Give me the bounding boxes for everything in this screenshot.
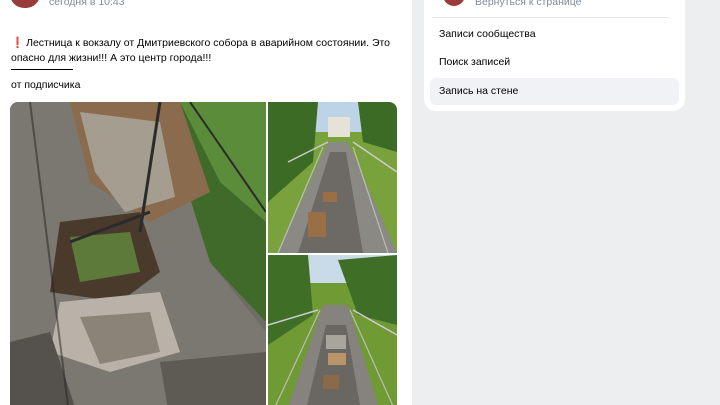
photo-1[interactable]	[10, 102, 266, 405]
post-text: ❗ Лестница к вокзалу от Дмитриевского соб…	[11, 36, 401, 70]
post-text-line-2: опасно для жизни!!! А это центр города!!…	[11, 52, 212, 64]
menu-item-community-posts[interactable]: Записи сообщества	[430, 21, 679, 48]
photo-2[interactable]	[268, 102, 397, 253]
author-avatar[interactable]	[10, 0, 40, 8]
post-timestamp[interactable]: сегодня в 10:43	[49, 0, 125, 8]
menu-item-search-posts[interactable]: Поиск записей	[430, 49, 679, 76]
back-to-page-link[interactable]: Вернуться к странице	[475, 0, 582, 8]
sidebar-card: Вернуться к странице Записи сообщества П…	[424, 0, 685, 111]
photo-2-image	[268, 102, 397, 253]
photo-1-image	[10, 102, 266, 405]
exclamation-icon: ❗	[11, 37, 25, 49]
photo-3[interactable]	[268, 255, 397, 405]
menu-item-wall-post[interactable]: Запись на стене	[430, 78, 679, 105]
sidebar-divider	[432, 17, 669, 18]
text-divider	[11, 69, 73, 70]
photo-grid	[10, 102, 397, 405]
photo-3-image	[268, 255, 397, 405]
community-avatar[interactable]	[443, 0, 465, 6]
post-source-note: от подписчика	[11, 79, 81, 91]
post-text-line-1: Лестница к вокзалу от Дмитриевского собо…	[26, 37, 391, 49]
